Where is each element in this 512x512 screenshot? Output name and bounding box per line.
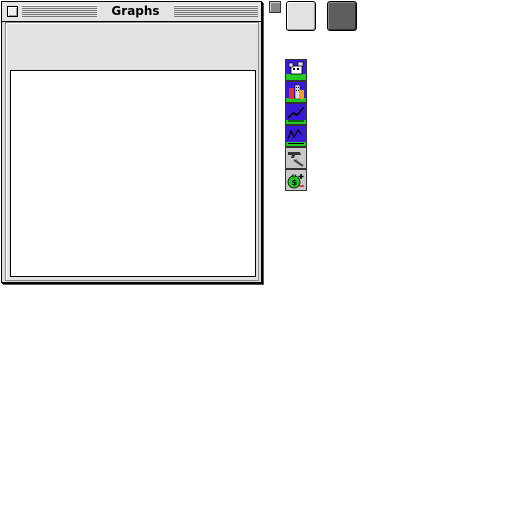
dark-square-button[interactable] <box>327 1 357 31</box>
small-toggle-box[interactable] <box>269 1 281 13</box>
trend-chart-icon[interactable] <box>285 103 307 125</box>
crime-gun-icon[interactable] <box>285 147 307 169</box>
graph-panel <box>5 22 259 281</box>
city-buildings-icon[interactable] <box>285 81 307 103</box>
graph-area <box>10 70 256 277</box>
window-titlebar[interactable]: Graphs <box>2 2 261 22</box>
titlebar-stripes-right <box>174 5 258 17</box>
window-title: Graphs <box>97 3 174 20</box>
svg-text:$: $ <box>292 178 298 187</box>
industrial-chart-icon[interactable] <box>285 125 307 147</box>
light-square-button[interactable] <box>286 1 316 31</box>
residential-graph-icon[interactable] <box>285 59 307 81</box>
titlebar-stripes-left <box>22 5 97 17</box>
close-box-icon[interactable] <box>7 6 18 17</box>
graph-tool-palette: $ <box>285 59 307 191</box>
money-bag-icon[interactable]: $ <box>285 169 307 191</box>
graphs-window: Graphs <box>1 1 262 283</box>
